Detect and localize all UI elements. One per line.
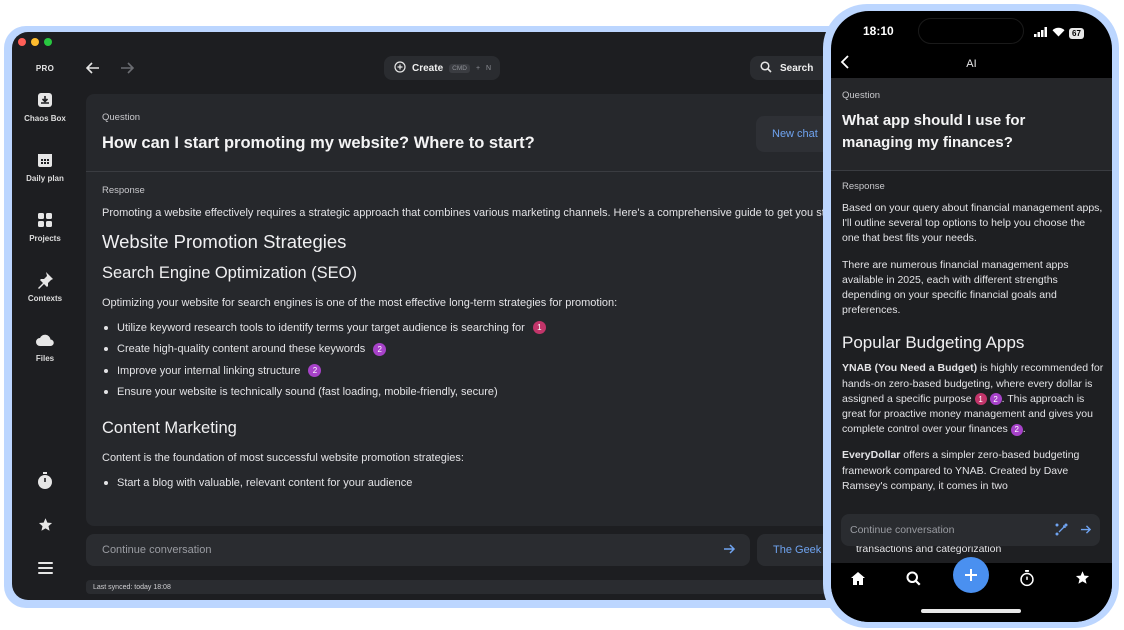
list-item-text: Start a blog with valuable, relevant con… bbox=[117, 476, 413, 489]
citation-badge[interactable]: 1 bbox=[532, 321, 546, 335]
citation-badge[interactable]: 2 bbox=[308, 364, 322, 378]
send-arrow-icon[interactable] bbox=[1080, 524, 1092, 538]
plus-circle-icon bbox=[394, 60, 406, 76]
send-arrow-icon[interactable] bbox=[723, 543, 736, 558]
continue-conversation-input[interactable]: Continue conversation bbox=[841, 514, 1100, 546]
list-item-text: Utilize keyword research tools to identi… bbox=[117, 321, 525, 334]
list-item: Start a blog with valuable, relevant con… bbox=[102, 472, 872, 494]
response-label: Response bbox=[102, 185, 145, 196]
calendar-icon bbox=[12, 150, 78, 170]
timer-icon[interactable] bbox=[12, 472, 78, 490]
list-item: Create high-quality content around these… bbox=[102, 339, 872, 361]
battery-level: 67 bbox=[1069, 27, 1084, 39]
phone-question-block: Question What app should I use for manag… bbox=[831, 78, 1112, 170]
content-intro: Content is the foundation of most succes… bbox=[102, 452, 464, 464]
timer-icon[interactable] bbox=[1019, 570, 1035, 592]
app-name-ynab: YNAB (You Need a Budget) bbox=[842, 362, 978, 375]
citation-badge[interactable]: 2 bbox=[989, 393, 1002, 406]
sidebar-item-label: Chaos Box bbox=[24, 114, 66, 123]
response-paragraph: EveryDollar offers a simpler zero-based … bbox=[842, 448, 1104, 494]
response-paragraph: Based on your query about financial mana… bbox=[842, 202, 1103, 245]
seo-list: Utilize keyword research tools to identi… bbox=[102, 317, 872, 403]
chat-card: Question How can I start promoting my we… bbox=[86, 94, 880, 526]
status-time: 18:10 bbox=[863, 24, 894, 38]
sidebar-item-projects[interactable]: Projects bbox=[12, 210, 78, 243]
continue-placeholder: Continue conversation bbox=[850, 524, 955, 536]
back-arrow-icon[interactable] bbox=[85, 61, 100, 80]
phone-chat: Question What app should I use for manag… bbox=[831, 78, 1112, 578]
response-paragraph: YNAB (You Need a Budget) is highly recom… bbox=[842, 362, 1104, 436]
add-icon[interactable] bbox=[953, 557, 989, 593]
citation-badge[interactable]: 2 bbox=[1010, 423, 1023, 436]
phone-screen: 18:10 67 AI Question What app should I u… bbox=[831, 11, 1112, 622]
seo-intro: Optimizing your website for search engin… bbox=[102, 297, 618, 309]
sidebar-item-label: Projects bbox=[29, 234, 61, 243]
grid-icon bbox=[12, 210, 78, 230]
question-label: Question bbox=[842, 90, 881, 101]
sidebar-item-daily-plan[interactable]: Daily plan bbox=[12, 150, 78, 183]
list-item: Ensure your website is technically sound… bbox=[102, 382, 872, 404]
list-item: Improve your internal linking structure 2 bbox=[102, 360, 872, 382]
response-heading: Website Promotion Strategies bbox=[102, 231, 347, 252]
sparkle-edit-icon[interactable] bbox=[1055, 523, 1068, 539]
sidebar-item-label: Daily plan bbox=[26, 174, 64, 183]
forward-arrow-icon[interactable] bbox=[120, 61, 135, 80]
signal-icon bbox=[1034, 24, 1048, 42]
cloud-icon bbox=[12, 330, 78, 350]
menu-icon[interactable] bbox=[12, 562, 78, 574]
sidebar-item-chaos-box[interactable]: Chaos Box bbox=[12, 90, 78, 123]
search-icon bbox=[760, 60, 772, 76]
desktop-window: PRO Chaos Box Daily plan Projects Contex… bbox=[12, 32, 880, 600]
list-item-text: Improve your internal linking structure bbox=[117, 364, 301, 377]
sidebar-item-label: Files bbox=[35, 354, 55, 363]
star-icon[interactable] bbox=[12, 517, 78, 532]
create-label: Create bbox=[412, 62, 444, 74]
question-title: How can I start promoting my website? Wh… bbox=[102, 134, 535, 152]
sidebar-item-files[interactable]: Files bbox=[12, 330, 78, 363]
wifi-icon bbox=[1052, 24, 1065, 42]
citation-badge[interactable]: 2 bbox=[373, 342, 387, 356]
divider bbox=[831, 170, 1112, 171]
search-label: Search bbox=[780, 62, 814, 74]
sidebar-item-contexts[interactable]: Contexts bbox=[12, 270, 78, 303]
shortcut-key: CMD bbox=[449, 63, 470, 73]
sidebar: PRO Chaos Box Daily plan Projects Contex… bbox=[12, 32, 78, 600]
content-list: Start a blog with valuable, relevant con… bbox=[102, 472, 872, 494]
citation-badge[interactable]: 1 bbox=[974, 393, 987, 406]
phone-response-body: Based on your query about financial mana… bbox=[842, 201, 1104, 494]
list-item: Utilize keyword research tools to identi… bbox=[102, 317, 872, 339]
home-indicator bbox=[921, 609, 1021, 613]
star-icon[interactable] bbox=[1075, 570, 1090, 590]
shortcut-key: N bbox=[486, 64, 492, 72]
response-paragraph: There are numerous financial management … bbox=[842, 258, 1069, 317]
list-item-text: Create high-quality content around these… bbox=[117, 343, 366, 356]
inbox-icon bbox=[12, 90, 78, 110]
phone-page-title: AI bbox=[966, 58, 977, 70]
home-icon[interactable] bbox=[850, 571, 866, 591]
response-intro: Promoting a website effectively requires… bbox=[102, 207, 853, 219]
status-icons: 67 bbox=[1034, 24, 1084, 42]
search-icon[interactable] bbox=[906, 571, 921, 591]
response-body: Promoting a website effectively requires… bbox=[102, 205, 872, 494]
app-name-everydollar: EveryDollar bbox=[842, 449, 901, 462]
continue-conversation-input[interactable]: Continue conversation bbox=[86, 534, 750, 566]
question-title: What app should I use for managing my fi… bbox=[842, 112, 1026, 151]
shortcut-plus: + bbox=[475, 64, 481, 72]
sidebar-item-label: Contexts bbox=[27, 294, 63, 303]
dynamic-island bbox=[918, 18, 1024, 44]
question-label: Question bbox=[102, 112, 141, 123]
sync-status: Last synced: today 18:08 bbox=[86, 580, 880, 594]
response-subheading: Search Engine Optimization (SEO) bbox=[102, 264, 357, 282]
list-item-text: Ensure your website is technically sound… bbox=[117, 386, 498, 399]
brand-label: PRO bbox=[35, 64, 55, 73]
divider bbox=[86, 171, 880, 172]
response-label: Response bbox=[842, 181, 885, 192]
pin-icon bbox=[12, 270, 78, 290]
response-heading: Popular Budgeting Apps bbox=[842, 333, 1025, 353]
create-button[interactable]: Create CMD + N bbox=[384, 56, 500, 80]
response-subheading: Content Marketing bbox=[102, 419, 237, 437]
continue-placeholder: Continue conversation bbox=[102, 544, 212, 556]
